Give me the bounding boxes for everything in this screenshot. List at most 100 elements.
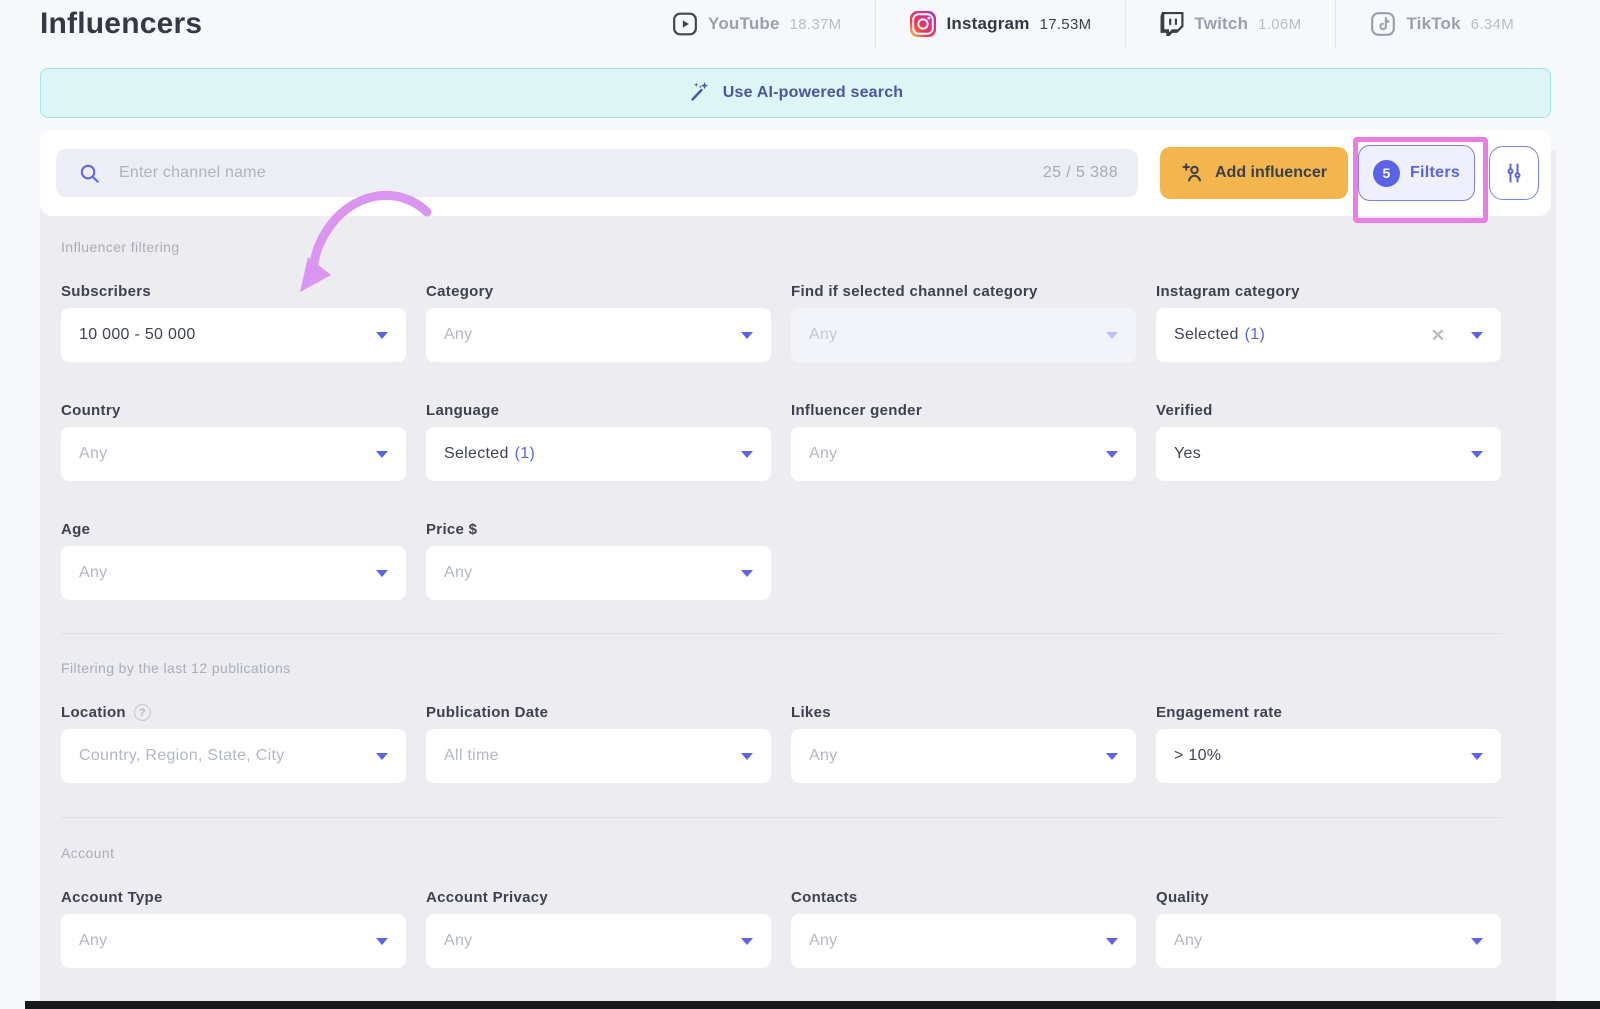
select-value: Any [809,747,837,765]
account-privacy-select[interactable]: Any [426,914,771,968]
chevron-down-icon [1106,451,1118,458]
chevron-down-icon [1106,938,1118,945]
location-label-text: Location [61,704,126,721]
select-value: Any [79,564,107,582]
chevron-down-icon [1471,332,1483,339]
account-filter-grid: Account Type Any Account Privacy Any Con… [61,889,1535,968]
filter-field-publication-date: Publication Date All time [426,704,771,783]
ai-search-banner[interactable]: Use AI-powered search [40,68,1551,118]
page-title: Influencers [40,7,202,41]
search-input[interactable] [119,164,1043,182]
chevron-down-icon [1471,451,1483,458]
publication-date-label: Publication Date [426,704,771,721]
section-divider [61,817,1502,818]
chevron-down-icon [376,451,388,458]
filters-button[interactable]: 5 Filters [1358,145,1475,201]
select-value: Yes [1174,445,1201,463]
influencer-gender-label: Influencer gender [791,402,1136,419]
select-value: Any [444,932,472,950]
account-type-label: Account Type [61,889,406,906]
ai-banner-label: Use AI-powered search [723,84,904,102]
select-value: Any [809,932,837,950]
selected-count: (1) [1245,326,1265,344]
help-icon[interactable]: ? [134,704,151,721]
filter-field-language: Language Selected (1) [426,402,771,481]
tab-count: 6.34M [1471,16,1514,33]
filter-settings-button[interactable] [1489,146,1539,200]
results-count: 25 / 5 388 [1043,164,1118,182]
engagement-rate-label: Engagement rate [1156,704,1501,721]
contacts-label: Contacts [791,889,1136,906]
filter-field-engagement-rate: Engagement rate > 10% [1156,704,1501,783]
price-select[interactable]: Any [426,546,771,600]
select-value: Any [809,445,837,463]
location-select[interactable]: Country, Region, State, City [61,729,406,783]
platform-tab-tiktok[interactable]: TikTok 6.34M [1335,0,1548,48]
tab-label: Twitch [1194,14,1248,34]
price-label: Price $ [426,521,771,538]
likes-label: Likes [791,704,1136,721]
platform-tab-instagram[interactable]: Instagram 17.53M [875,0,1125,48]
section-title-publications: Filtering by the last 12 publications [61,660,1535,676]
add-influencer-label: Add influencer [1215,164,1327,182]
search-icon [78,162,101,185]
influencer-gender-select[interactable]: Any [791,427,1136,481]
filter-field-contacts: Contacts Any [791,889,1136,968]
influencer-filter-grid: Subscribers 10 000 - 50 000 Category Any… [61,283,1535,600]
age-select[interactable]: Any [61,546,406,600]
find-channel-category-select: Any [791,308,1136,362]
add-influencer-button[interactable]: Add influencer [1160,147,1348,199]
chevron-down-icon [376,753,388,760]
tab-count: 1.06M [1258,16,1301,33]
verified-select[interactable]: Yes [1156,427,1501,481]
contacts-select[interactable]: Any [791,914,1136,968]
quality-select[interactable]: Any [1156,914,1501,968]
filter-field-likes: Likes Any [791,704,1136,783]
select-value: Any [444,564,472,582]
subscribers-select[interactable]: 10 000 - 50 000 [61,308,406,362]
publications-filter-grid: Location ? Country, Region, State, City … [61,704,1535,783]
filter-field-account-privacy: Account Privacy Any [426,889,771,968]
chevron-down-icon [1106,753,1118,760]
add-user-icon [1181,161,1205,185]
sliders-icon [1502,161,1526,185]
filter-field-location: Location ? Country, Region, State, City [61,704,406,783]
select-value: Any [79,932,107,950]
filter-field-account-type: Account Type Any [61,889,406,968]
filter-field-country: Country Any [61,402,406,481]
language-label: Language [426,402,771,419]
tab-label: YouTube [708,14,780,34]
instagram-category-label: Instagram category [1156,283,1501,300]
search-box: 25 / 5 388 [56,149,1138,197]
account-privacy-label: Account Privacy [426,889,771,906]
verified-label: Verified [1156,402,1501,419]
category-label: Category [426,283,771,300]
chevron-down-icon [1106,332,1118,339]
category-select[interactable]: Any [426,308,771,362]
tab-count: 17.53M [1040,16,1092,33]
page-header: Influencers YouTube 18.37M [0,0,1600,48]
engagement-rate-select[interactable]: > 10% [1156,729,1501,783]
magic-wand-icon [688,79,712,108]
clear-icon[interactable]: ✕ [1431,327,1445,344]
select-value: Any [809,326,837,344]
filter-field-price: Price $ Any [426,521,771,600]
account-type-select[interactable]: Any [61,914,406,968]
language-select[interactable]: Selected (1) [426,427,771,481]
tiktok-icon [1370,11,1396,37]
platform-tab-twitch[interactable]: Twitch 1.06M [1125,0,1335,48]
select-value: 10 000 - 50 000 [79,326,196,344]
instagram-category-select[interactable]: Selected (1) ✕ [1156,308,1501,362]
country-label: Country [61,402,406,419]
country-select[interactable]: Any [61,427,406,481]
chevron-down-icon [741,332,753,339]
platform-tabs: YouTube 18.37M Instagram 17.53M [638,0,1548,48]
chevron-down-icon [741,753,753,760]
filter-field-subscribers: Subscribers 10 000 - 50 000 [61,283,406,362]
toolbar: 25 / 5 388 Add influencer 5 Filters [40,130,1551,216]
likes-select[interactable]: Any [791,729,1136,783]
age-label: Age [61,521,406,538]
platform-tab-youtube[interactable]: YouTube 18.37M [638,0,875,48]
publication-date-select[interactable]: All time [426,729,771,783]
chevron-down-icon [376,570,388,577]
